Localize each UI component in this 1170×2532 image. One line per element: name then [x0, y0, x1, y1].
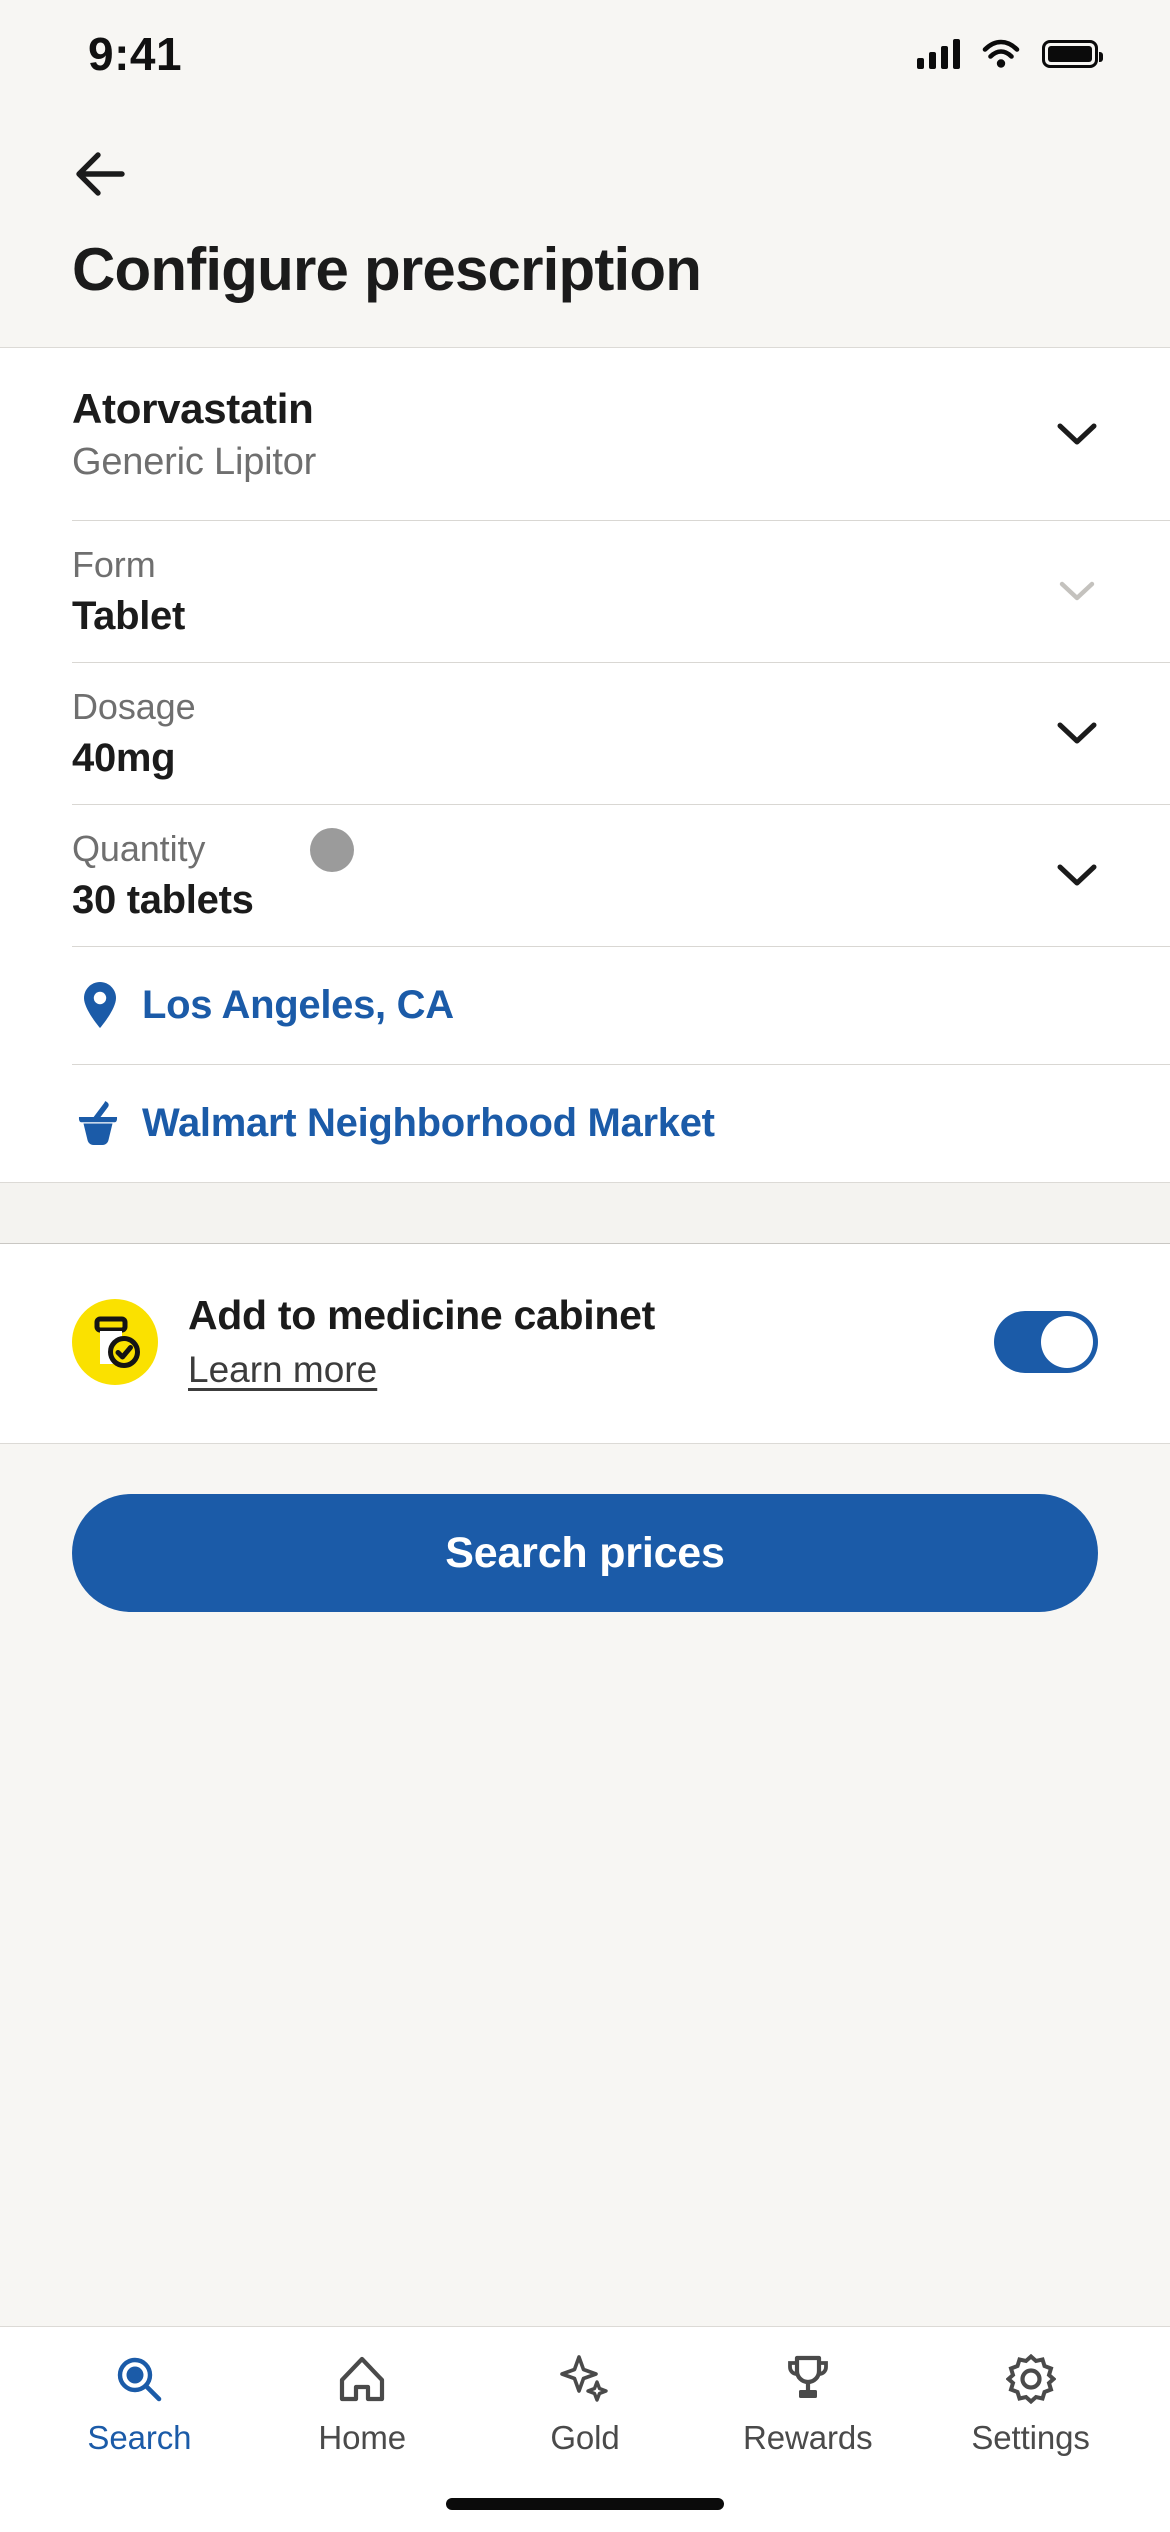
prescription-form-card: Atorvastatin Generic Lipitor Form Tablet… [0, 348, 1170, 1183]
chevron-down-icon [1056, 862, 1098, 888]
pill-bottle-check-icon [72, 1298, 158, 1385]
tab-gold[interactable]: Gold [474, 2353, 697, 2457]
signal-bars-icon [917, 39, 960, 69]
dosage-field-row[interactable]: Dosage 40mg [0, 662, 1170, 804]
battery-full-icon [1042, 40, 1103, 68]
drug-subtitle: Generic Lipitor [72, 440, 317, 483]
form-field-value: Tablet [72, 593, 186, 638]
divider [72, 946, 1170, 948]
quantity-field-label: Quantity [72, 827, 206, 869]
quantity-field-value: 30 tablets [72, 877, 254, 922]
gear-icon [1005, 2353, 1056, 2405]
chevron-down-icon [1056, 720, 1098, 746]
home-indicator[interactable] [446, 2498, 724, 2510]
tab-search-label: Search [87, 2419, 192, 2456]
mortar-pestle-icon [72, 1099, 128, 1147]
cta-container: Search prices [0, 1444, 1170, 2326]
page-title: Configure prescription [72, 236, 702, 303]
wifi-icon [982, 39, 1020, 69]
dosage-field-value: 40mg [72, 735, 176, 780]
drug-name: Atorvastatin [72, 384, 314, 432]
cabinet-title: Add to medicine cabinet [188, 1292, 655, 1339]
section-spacer [0, 1182, 1170, 1245]
search-icon [114, 2353, 164, 2405]
trophy-icon [783, 2353, 833, 2405]
drug-selector-row[interactable]: Atorvastatin Generic Lipitor [0, 348, 1170, 520]
cabinet-text: Add to medicine cabinet Learn more [188, 1292, 994, 1391]
divider [72, 804, 1170, 806]
bottom-tab-bar: Search Home Gold Rewards Settings [0, 2326, 1170, 2476]
tab-gold-label: Gold [550, 2419, 620, 2456]
status-bar: 9:41 [0, 0, 1170, 108]
location-pin-icon [72, 980, 128, 1030]
page-header: Configure prescription [0, 108, 1170, 349]
tab-settings[interactable]: Settings [919, 2353, 1142, 2457]
toggle-knob [1041, 1315, 1093, 1368]
medicine-cabinet-toggle[interactable] [994, 1310, 1098, 1373]
sparkle-icon [560, 2353, 610, 2405]
dosage-field-label: Dosage [72, 685, 196, 727]
location-row[interactable]: Los Angeles, CA [0, 946, 1170, 1064]
tab-search[interactable]: Search [28, 2353, 251, 2457]
home-icon [337, 2353, 387, 2405]
tab-rewards-label: Rewards [743, 2419, 873, 2456]
search-prices-button[interactable]: Search prices [72, 1494, 1098, 1613]
tab-rewards[interactable]: Rewards [696, 2353, 919, 2457]
form-field-row[interactable]: Form Tablet [0, 520, 1170, 662]
pharmacy-label: Walmart Neighborhood Market [142, 1100, 715, 1145]
tab-home[interactable]: Home [251, 2353, 474, 2457]
cursor-indicator [310, 828, 354, 873]
divider [72, 520, 1170, 522]
tab-home-label: Home [318, 2419, 407, 2456]
divider [72, 662, 1170, 664]
back-button[interactable] [72, 136, 150, 214]
medicine-cabinet-row: Add to medicine cabinet Learn more [0, 1244, 1170, 1445]
back-arrow-icon [72, 149, 130, 202]
status-bar-clock: 9:41 [88, 28, 183, 80]
status-bar-indicators [917, 39, 1103, 69]
learn-more-link[interactable]: Learn more [188, 1349, 377, 1391]
quantity-field-row[interactable]: Quantity 30 tablets [0, 804, 1170, 946]
tab-settings-label: Settings [971, 2419, 1090, 2456]
form-field-label: Form [72, 543, 156, 585]
pharmacy-row[interactable]: Walmart Neighborhood Market [0, 1064, 1170, 1182]
chevron-down-icon [1056, 421, 1098, 447]
home-indicator-area [0, 2476, 1170, 2532]
divider [72, 1064, 1170, 1066]
chevron-down-icon [1056, 578, 1098, 604]
location-label: Los Angeles, CA [142, 982, 454, 1027]
app-screen: 9:41 Configure prescription Atorvastatin… [0, 0, 1170, 2532]
